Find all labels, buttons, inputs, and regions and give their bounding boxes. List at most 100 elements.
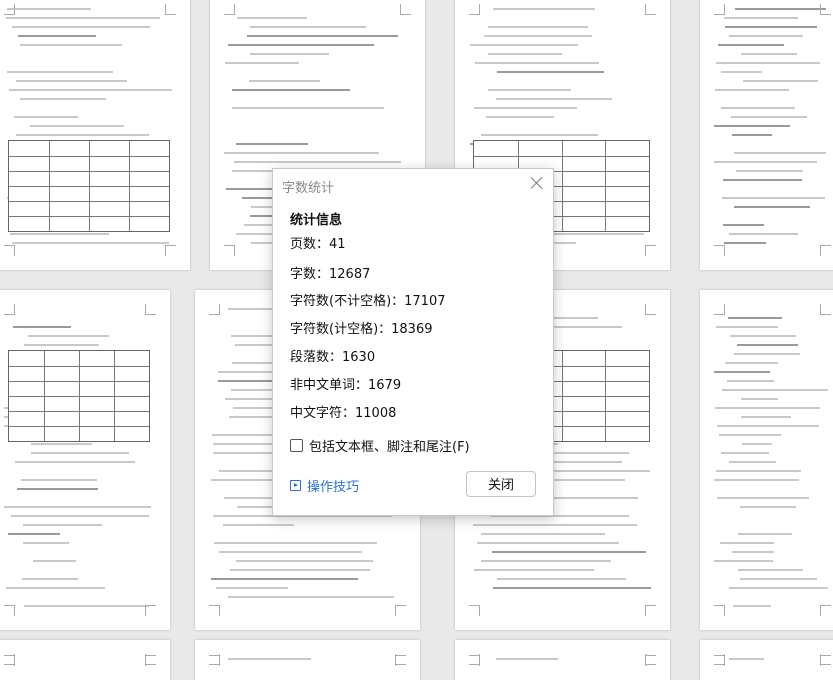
text-line (216, 587, 288, 589)
text-line (250, 53, 329, 55)
text-line (31, 443, 92, 445)
text-line (723, 224, 764, 226)
text-line (496, 658, 558, 660)
text-line (30, 125, 124, 127)
text-line (16, 134, 149, 136)
crop-mark (224, 245, 235, 256)
text-line (721, 107, 795, 109)
tips-link[interactable]: 操作技巧 (290, 476, 359, 495)
stat-chinese-chars: 中文字符：11008 (290, 406, 397, 421)
table-rule (561, 141, 563, 231)
text-line (733, 605, 771, 607)
text-line (740, 578, 817, 580)
text-line (470, 44, 578, 46)
text-line (722, 197, 825, 199)
crop-mark (209, 605, 220, 616)
close-icon[interactable] (529, 175, 545, 191)
crop-mark (714, 245, 725, 256)
text-line (735, 8, 826, 10)
text-line (31, 452, 129, 454)
crop-mark (395, 655, 406, 666)
text-line (23, 524, 102, 526)
text-line (234, 161, 401, 163)
text-line (21, 479, 97, 481)
crop-mark (165, 245, 176, 256)
text-line (225, 62, 299, 64)
text-line (230, 569, 370, 571)
document-page (700, 290, 833, 630)
text-line (721, 452, 769, 454)
page-table (8, 350, 150, 442)
table-rule (605, 141, 607, 231)
text-line (247, 35, 398, 37)
crop-mark (820, 304, 831, 315)
text-line (729, 35, 803, 37)
crop-mark (469, 655, 480, 666)
text-line (7, 71, 113, 73)
close-button[interactable]: 关闭 (466, 471, 536, 497)
text-line (497, 578, 626, 580)
text-line (718, 44, 784, 46)
crop-mark (145, 655, 156, 666)
text-line (4, 506, 151, 508)
document-page (0, 640, 170, 680)
text-line (730, 335, 796, 337)
text-line (9, 89, 172, 91)
text-line (18, 35, 96, 37)
include-textboxes-checkbox[interactable]: 包括文本框、脚注和尾注(F) (290, 436, 470, 455)
stats-heading: 统计信息 (290, 213, 343, 228)
text-line (224, 152, 379, 154)
text-line (7, 8, 91, 10)
text-line (492, 551, 646, 553)
text-line (236, 560, 373, 562)
table-rule (114, 351, 115, 441)
crop-mark (714, 605, 725, 616)
stat-words: 字数：12687 (290, 267, 371, 282)
text-line (12, 242, 169, 244)
text-line (237, 17, 307, 19)
text-line (731, 116, 807, 118)
crop-mark (714, 655, 725, 666)
text-line (23, 542, 69, 544)
text-line (10, 233, 109, 235)
table-rule (561, 351, 563, 441)
text-line (232, 107, 384, 109)
crop-mark (469, 4, 480, 15)
crop-mark (145, 605, 156, 616)
crop-mark (645, 304, 656, 315)
text-line (741, 416, 791, 418)
text-line (219, 551, 362, 553)
document-page (0, 0, 190, 270)
text-line (719, 434, 781, 436)
text-line (725, 362, 778, 364)
text-line (741, 398, 778, 400)
text-line (24, 605, 149, 607)
text-line (727, 380, 774, 382)
text-line (716, 62, 820, 64)
text-line (729, 587, 828, 589)
checkbox-box[interactable] (290, 439, 303, 452)
text-line (737, 344, 798, 346)
text-line (228, 44, 374, 46)
text-line (714, 560, 773, 562)
text-line (12, 26, 150, 28)
play-icon (290, 480, 301, 491)
text-line (734, 353, 800, 355)
text-line (714, 371, 770, 373)
text-line (24, 344, 99, 346)
text-line (493, 8, 595, 10)
stat-paragraphs: 段落数：1630 (290, 350, 376, 365)
crop-mark (224, 4, 235, 15)
crop-mark (714, 4, 725, 15)
word-count-dialog: 字数统计 统计信息 页数：41 字数：12687 字符数(不计空格)：17107… (272, 168, 554, 516)
crop-mark (4, 245, 15, 256)
crop-mark (4, 304, 15, 315)
text-line (236, 143, 308, 145)
text-line (493, 587, 651, 589)
text-line (720, 542, 774, 544)
document-page (0, 290, 170, 630)
text-line (250, 26, 366, 28)
text-line (729, 461, 776, 463)
crop-mark (820, 655, 831, 666)
text-line (28, 335, 109, 337)
